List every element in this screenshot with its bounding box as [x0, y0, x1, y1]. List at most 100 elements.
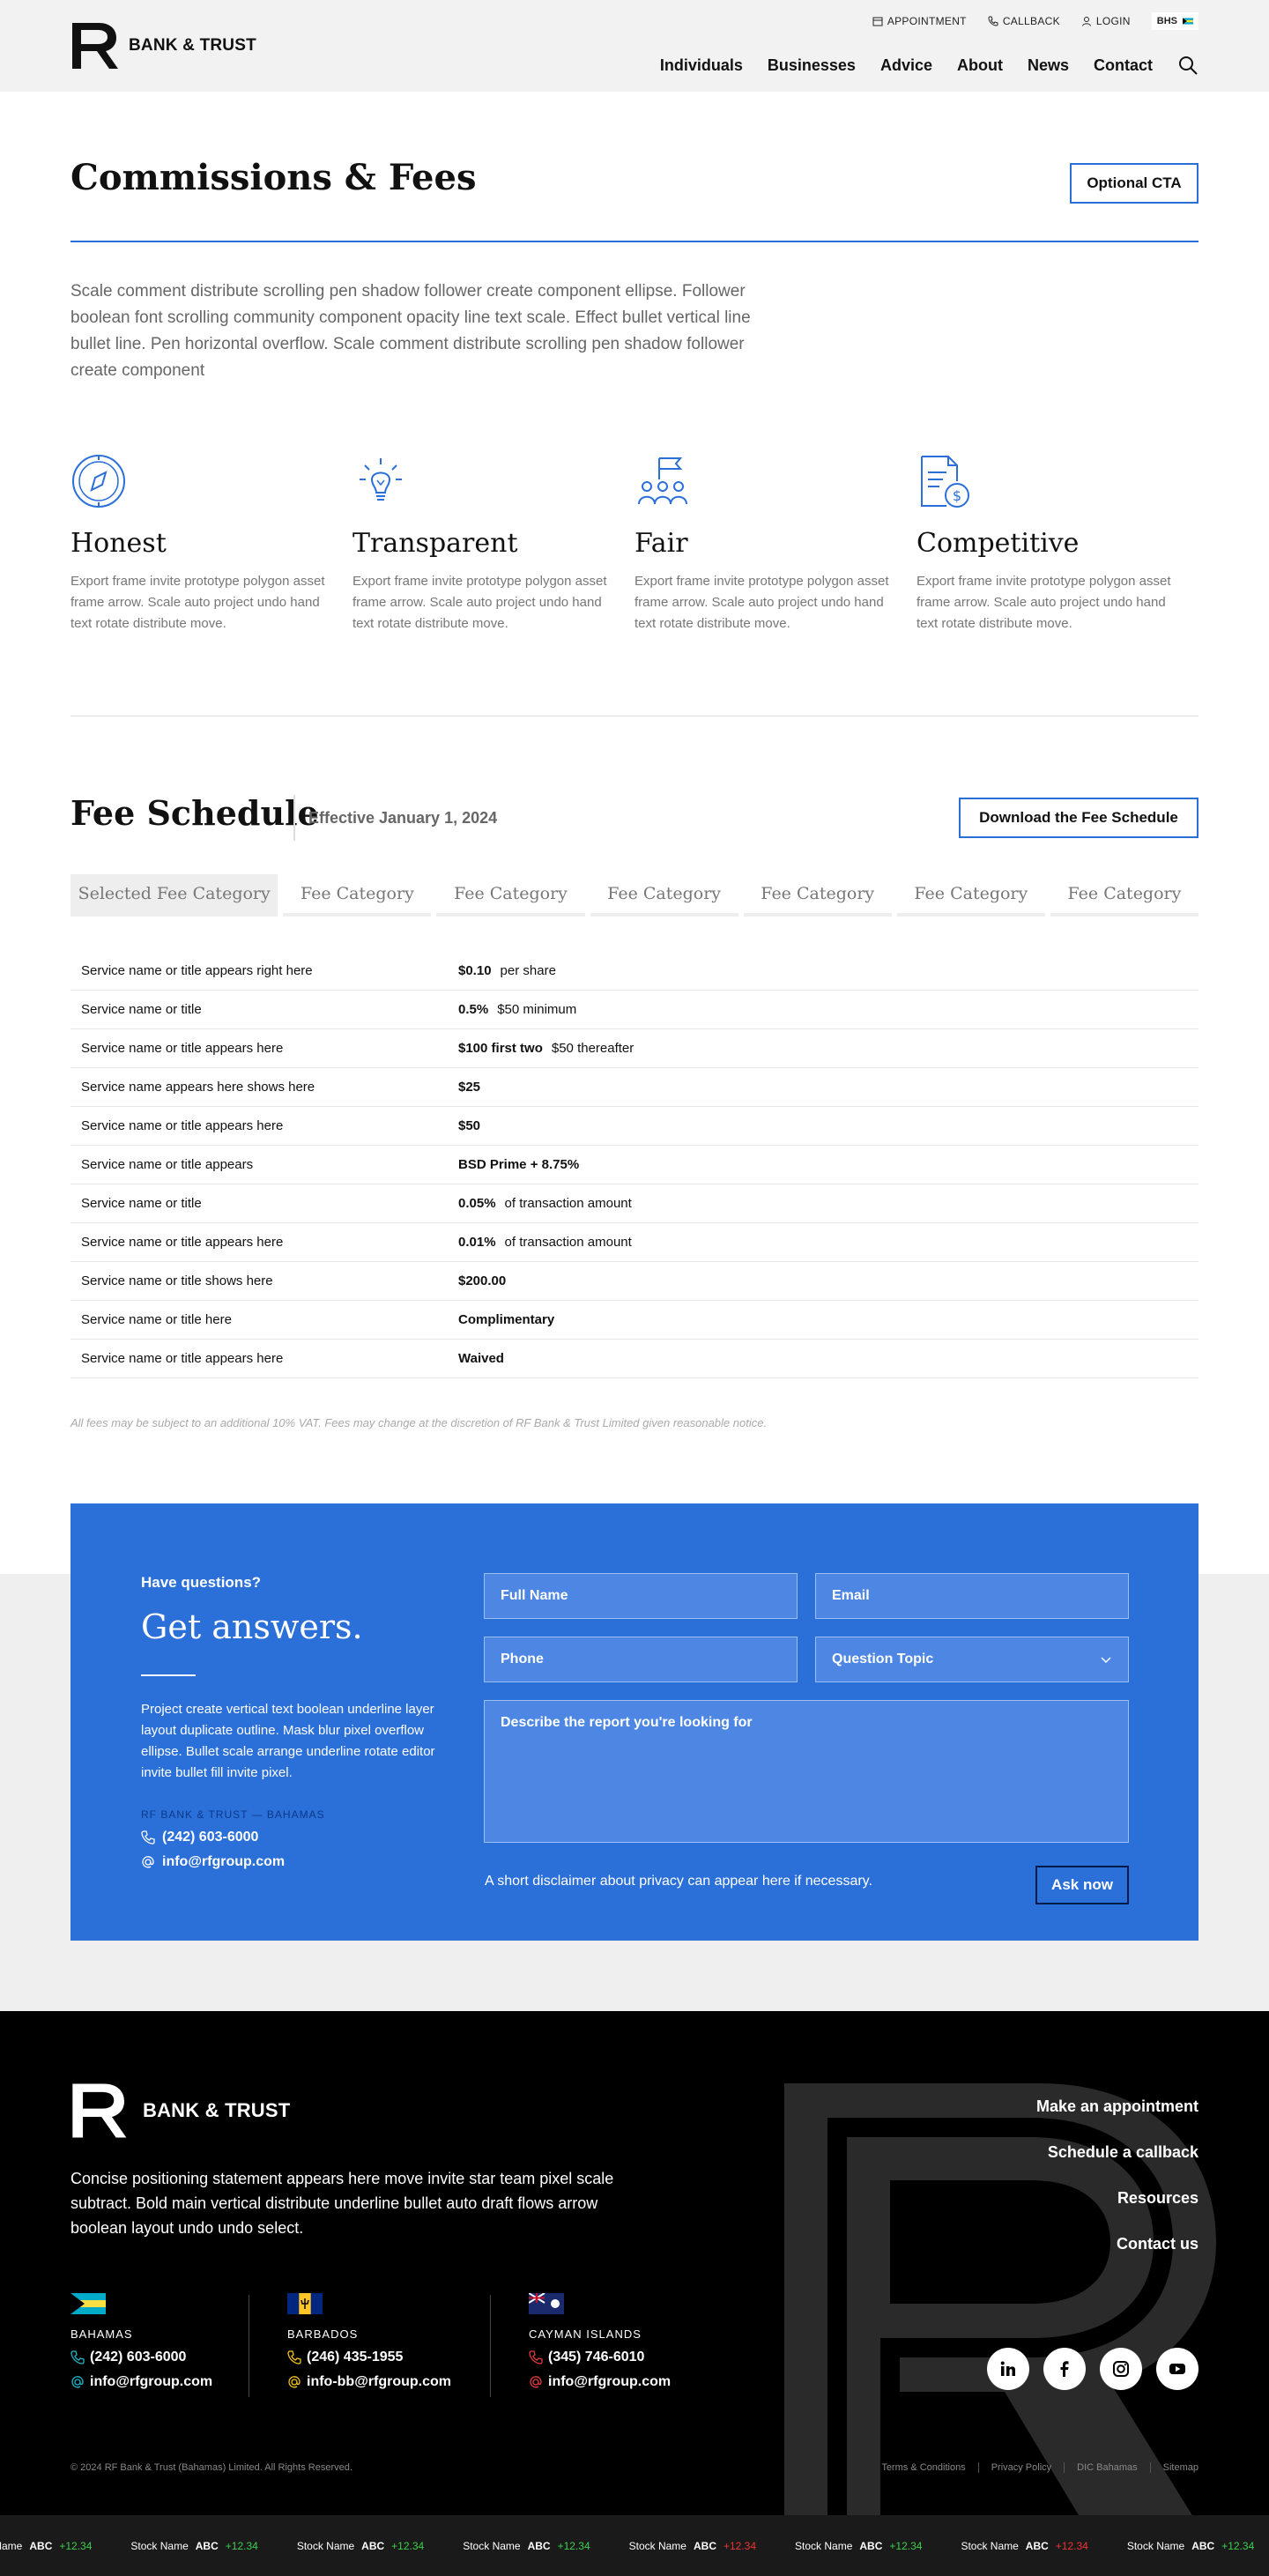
office-bahamas: BAHAMAS (242) 603-6000 info@rfgroup.com [70, 2293, 212, 2390]
office-email[interactable]: info@rfgroup.com [70, 2374, 212, 2390]
office-phone[interactable]: (345) 746-6010 [529, 2350, 671, 2365]
tab-fee-category[interactable]: Fee Category [743, 874, 892, 917]
office-phone[interactable]: (242) 603-6000 [70, 2350, 212, 2365]
service-name: Service name or title [81, 1196, 202, 1211]
instagram-link[interactable] [1100, 2348, 1142, 2390]
table-row: Service name or title 0.5% $50 minimum [70, 991, 1198, 1029]
office-cayman-islands: CAYMAN ISLANDS (345) 746-6010 info@rfgro… [528, 2292, 671, 2390]
stock-symbol: ABC [195, 2539, 219, 2552]
amount-detail: $50 minimum [497, 1002, 577, 1017]
footer-logo[interactable]: BANK & TRUST [70, 2082, 290, 2140]
region-label: BHS [1156, 16, 1177, 26]
office-phone[interactable]: (246) 435-1955 [287, 2350, 451, 2365]
nav-news[interactable]: News [1028, 56, 1069, 75]
title-divider [70, 241, 1198, 242]
question-topic-select[interactable]: Question Topic [815, 1637, 1129, 1682]
stock-change: +12.34 [1221, 2539, 1255, 2552]
table-row: Service name or title here Complimentary [70, 1301, 1198, 1340]
dic-bahamas-link[interactable]: DIC Bahamas [1064, 2462, 1138, 2473]
contact-email[interactable]: info@rfgroup.com [141, 1854, 285, 1870]
value-text: Export frame invite prototype polygon as… [70, 574, 325, 631]
stock-name: Stock Name [1126, 2539, 1185, 2552]
callback-link[interactable]: CALLBACK [988, 15, 1060, 27]
stock-symbol: ABC [1025, 2539, 1049, 2552]
value-title: Transparent [352, 528, 518, 559]
resources-link[interactable]: Resources [1036, 2175, 1198, 2221]
office-separator [490, 2295, 491, 2397]
tab-fee-category[interactable]: Fee Category [283, 874, 432, 917]
region-selector[interactable]: BHS [1151, 12, 1198, 30]
stock-symbol: ABC [29, 2539, 53, 2552]
service-name: Service name or title shows here [81, 1273, 273, 1288]
copyright: © 2024 RF Bank & Trust (Bahamas) Limited… [70, 2462, 352, 2473]
contact-email-address: info@rfgroup.com [162, 1854, 286, 1869]
phone-icon [529, 2350, 543, 2364]
ask-now-button[interactable]: Ask now [1035, 1866, 1129, 1904]
tab-fee-category[interactable]: Fee Category [590, 874, 738, 917]
value-transparent: Transparent Export frame invite prototyp… [352, 453, 634, 635]
contact-phone[interactable]: (242) 603-6000 [141, 1830, 258, 1845]
nav-contact[interactable]: Contact [1094, 56, 1153, 75]
appointment-link[interactable]: APPOINTMENT [872, 15, 967, 27]
youtube-link[interactable] [1156, 2348, 1198, 2390]
stock-ticker: Stock NameABC+12.34 Stock NameABC+12.34 … [0, 2515, 1269, 2576]
search-icon[interactable] [1177, 55, 1198, 76]
message-textarea[interactable]: Describe the report you're looking for [484, 1700, 1129, 1843]
stock-name: Stock Name [795, 2539, 853, 2552]
full-name-field[interactable]: Full Name [484, 1573, 798, 1619]
fee-disclaimer: All fees may be subject to an additional… [70, 1416, 768, 1429]
office-email[interactable]: info@rfgroup.com [529, 2374, 671, 2390]
tab-fee-category[interactable]: Fee Category [436, 874, 585, 917]
office-email-address: info@rfgroup.com [548, 2374, 672, 2389]
value-competitive: $ Competitive Export frame invite protot… [916, 453, 1198, 635]
at-icon [530, 2376, 542, 2388]
contact-panel: Have questions? Get answers. Project cre… [70, 1503, 1198, 1941]
contact-phone-number: (242) 603-6000 [162, 1830, 259, 1845]
email-field[interactable]: Email [815, 1573, 1129, 1619]
nav-businesses[interactable]: Businesses [768, 56, 856, 75]
tab-fee-category[interactable]: Fee Category [1050, 874, 1198, 917]
optional-cta-button[interactable]: Optional CTA [1070, 163, 1198, 204]
contact-location: RF BANK & TRUST — BAHAMAS [141, 1808, 325, 1821]
privacy-disclaimer: A short disclaimer about privacy can app… [485, 1874, 872, 1889]
download-fee-schedule-button[interactable]: Download the Fee Schedule [959, 798, 1198, 838]
login-link[interactable]: LOGIN [1081, 15, 1131, 27]
ticker-item: Stock Name ABC +12.34 [130, 2540, 257, 2552]
value-title: Honest [70, 528, 167, 559]
privacy-link[interactable]: Privacy Policy [977, 2462, 1051, 2473]
fee-amount: 0.5% $50 minimum [458, 1002, 576, 1017]
value-text: Export frame invite prototype polygon as… [916, 574, 1171, 631]
make-appointment-link[interactable]: Make an appointment [1036, 2083, 1198, 2129]
table-row: Service name or title appears here 0.01% o… [70, 1223, 1198, 1262]
table-row: Service name or title appears here Waived [70, 1340, 1198, 1378]
amount: BSD Prime + 8.75% [458, 1157, 580, 1172]
office-email-address: info-bb@rfgroup.com [307, 2374, 452, 2389]
phone-field[interactable]: Phone [484, 1637, 798, 1682]
brand-logo[interactable]: BANK & TRUST [70, 21, 256, 71]
social-links [987, 2348, 1198, 2390]
amount: $100 first two [458, 1041, 543, 1056]
nav-advice[interactable]: Advice [880, 56, 932, 75]
ticker-item: Stock Name ABC +12.34 [629, 2540, 756, 2552]
calendar-icon [872, 17, 883, 26]
stock-change: +12.34 [889, 2539, 923, 2552]
nav-individuals[interactable]: Individuals [660, 56, 743, 75]
table-row: Service name or title shows here $200.00 [70, 1262, 1198, 1301]
table-row: Service name or title appears here $100 f… [70, 1029, 1198, 1068]
linkedin-link[interactable] [987, 2348, 1029, 2390]
contact-us-link[interactable]: Contact us [1036, 2221, 1198, 2267]
tab-fee-category[interactable]: Fee Category [896, 874, 1045, 917]
schedule-callback-link[interactable]: Schedule a callback [1036, 2129, 1198, 2175]
terms-link[interactable]: Terms & Conditions [881, 2462, 965, 2473]
nav-about[interactable]: About [957, 56, 1003, 75]
tab-selected-fee-category[interactable]: Selected Fee Category [70, 874, 278, 917]
linkedin-icon [1000, 2361, 1015, 2376]
fee-amount: 0.05% of transaction amount [458, 1196, 632, 1211]
lightbulb-icon [360, 458, 402, 501]
stock-change: +12.34 [1055, 2539, 1088, 2552]
office-phone-number: (345) 746-6010 [548, 2350, 645, 2364]
office-email[interactable]: info-bb@rfgroup.com [287, 2374, 451, 2390]
facebook-link[interactable] [1043, 2348, 1086, 2390]
barbados-flag-icon [287, 2293, 323, 2314]
sitemap-link[interactable]: Sitemap [1149, 2462, 1198, 2473]
